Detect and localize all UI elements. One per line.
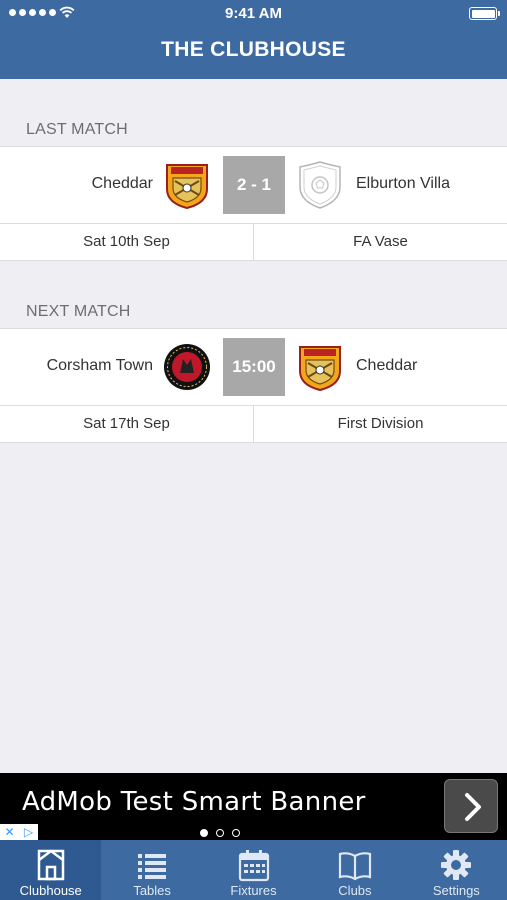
last-match-info: Sat 10th Sep FA Vase — [0, 224, 507, 261]
chevron-right-icon — [465, 793, 481, 821]
ad-choices[interactable]: ✕ ▷ — [0, 824, 38, 840]
status-bar: 9:41 AM — [0, 0, 507, 28]
kickoff-time: 15:00 — [223, 338, 285, 396]
battery-icon — [469, 7, 500, 20]
next-match-competition: First Division — [337, 415, 424, 432]
cheddar-crest-icon — [166, 164, 208, 209]
tab-clubs[interactable]: Clubs — [304, 840, 405, 900]
elburton-villa-crest-icon — [299, 161, 341, 209]
next-match-card[interactable]: Corsham Town 15:00 Cheddar — [0, 328, 507, 406]
home-team-name: Cheddar — [91, 175, 153, 192]
tab-bar: Clubhouse Tables Fixtures Clubs Settings — [0, 840, 507, 900]
clubhouse-icon — [37, 849, 64, 881]
gear-icon — [441, 850, 472, 880]
home-team-name: Corsham Town — [46, 357, 153, 374]
last-match-card[interactable]: Cheddar 2 - 1 Elburton Villa — [0, 146, 507, 224]
tab-label: Clubs — [338, 883, 372, 898]
next-match-heading: NEXT MATCH — [26, 303, 131, 320]
status-time: 9:41 AM — [225, 5, 282, 22]
last-match-competition: FA Vase — [353, 233, 408, 250]
ad-text: AdMob Test Smart Banner — [22, 787, 366, 817]
tab-label: Clubhouse — [19, 883, 82, 898]
away-team-name: Elburton Villa — [356, 175, 450, 192]
list-icon — [138, 854, 167, 879]
calendar-icon — [238, 850, 269, 882]
tab-label: Settings — [432, 883, 480, 898]
tab-label: Fixtures — [230, 883, 277, 898]
navigation-bar: 9:41 AM THE CLUBHOUSE — [0, 0, 507, 79]
tab-label: Tables — [133, 883, 171, 898]
cheddar-crest-icon — [299, 346, 341, 391]
away-team-name: Cheddar — [356, 357, 418, 374]
last-match-heading: LAST MATCH — [26, 121, 128, 138]
next-match-date: Sat 17th Sep — [0, 406, 254, 442]
ad-page-indicator — [200, 829, 240, 837]
ad-choices-icon[interactable]: ▷ — [19, 824, 38, 840]
tab-tables[interactable]: Tables — [101, 840, 202, 900]
tab-settings[interactable]: Settings — [406, 840, 507, 900]
tab-clubhouse[interactable]: Clubhouse — [0, 840, 102, 900]
page-title: THE CLUBHOUSE — [161, 38, 346, 61]
tab-fixtures[interactable]: Fixtures — [203, 840, 304, 900]
ad-close-icon[interactable]: ✕ — [0, 824, 19, 840]
next-match-info: Sat 17th Sep First Division — [0, 406, 507, 443]
ad-banner[interactable]: AdMob Test Smart Banner ✕ ▷ — [0, 773, 507, 840]
book-icon — [338, 852, 372, 881]
last-match-date: Sat 10th Sep — [0, 224, 254, 260]
corsham-town-crest-icon — [164, 344, 210, 390]
ad-open-button[interactable] — [444, 779, 498, 833]
match-score: 2 - 1 — [223, 156, 285, 214]
